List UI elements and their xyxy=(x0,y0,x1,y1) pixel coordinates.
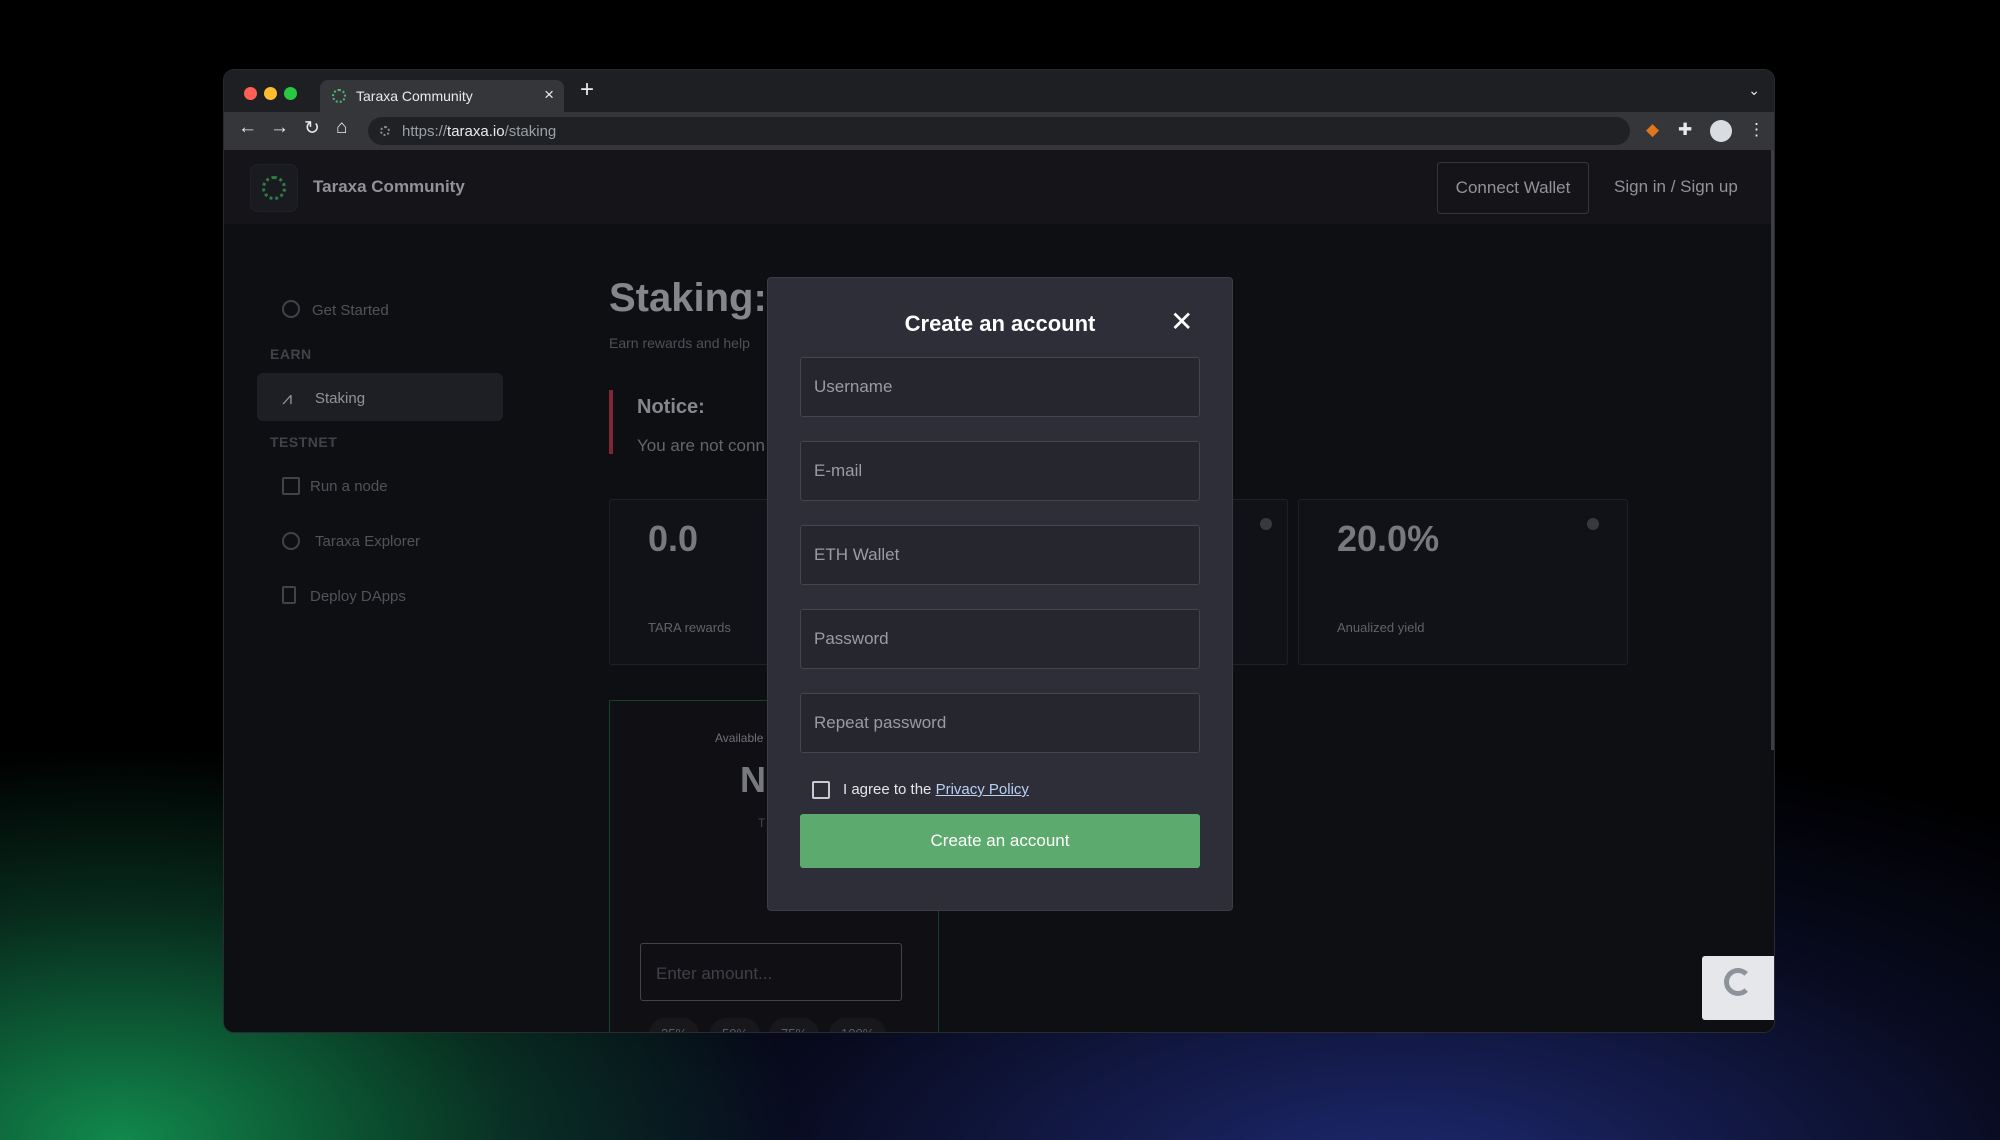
repeat-password-field[interactable] xyxy=(800,693,1200,753)
privacy-policy-link[interactable]: Privacy Policy xyxy=(936,781,1029,798)
modal-title: Create an account xyxy=(904,311,1096,336)
browser-window: Taraxa Community × + ⌄ ← → ↻ ⌂ https://t… xyxy=(224,70,1774,1032)
taraxa-favicon-icon xyxy=(332,89,346,103)
web-page: Taraxa Community Connect Wallet Sign in … xyxy=(224,150,1774,1032)
tab-title: Taraxa Community xyxy=(356,88,473,104)
site-info-icon[interactable] xyxy=(380,126,390,136)
create-account-button[interactable]: Create an account xyxy=(800,814,1200,868)
close-icon[interactable]: ✕ xyxy=(1170,308,1193,336)
new-tab-icon[interactable]: + xyxy=(580,76,594,104)
browser-tab[interactable]: Taraxa Community × xyxy=(320,80,564,112)
back-arrow-icon[interactable]: ← xyxy=(238,117,257,139)
profile-avatar[interactable] xyxy=(1710,120,1732,142)
email-field[interactable] xyxy=(800,441,1200,501)
recaptcha-badge[interactable] xyxy=(1702,956,1774,1020)
url-text: https://taraxa.io/staking xyxy=(402,123,557,140)
address-bar[interactable]: https://taraxa.io/staking xyxy=(368,117,1630,145)
browser-toolbar: ← → ↻ ⌂ https://taraxa.io/staking ◆ ✚ ⋮ xyxy=(224,112,1774,150)
tab-bar: Taraxa Community × + ⌄ xyxy=(224,70,1774,112)
privacy-checkbox[interactable] xyxy=(812,781,830,799)
home-icon[interactable]: ⌂ xyxy=(336,117,347,139)
more-menu-icon[interactable]: ⋮ xyxy=(1748,120,1765,140)
extensions-puzzle-icon[interactable]: ✚ xyxy=(1678,120,1692,140)
reload-icon[interactable]: ↻ xyxy=(304,117,320,140)
recaptcha-icon xyxy=(1724,968,1752,996)
minimize-window-button[interactable] xyxy=(264,87,277,100)
close-window-button[interactable] xyxy=(244,87,257,100)
tab-search-chevron-icon[interactable]: ⌄ xyxy=(1748,82,1760,99)
username-field[interactable] xyxy=(800,357,1200,417)
password-field[interactable] xyxy=(800,609,1200,669)
eth-wallet-field[interactable] xyxy=(800,525,1200,585)
forward-arrow-icon[interactable]: → xyxy=(270,117,289,139)
metamask-fox-icon[interactable]: ◆ xyxy=(1646,120,1659,140)
create-account-modal: Create an account ✕ I agree to the Priva… xyxy=(767,277,1233,911)
close-tab-icon[interactable]: × xyxy=(544,85,554,105)
maximize-window-button[interactable] xyxy=(284,87,297,100)
privacy-agree-label: I agree to the Privacy Policy xyxy=(843,781,1029,798)
